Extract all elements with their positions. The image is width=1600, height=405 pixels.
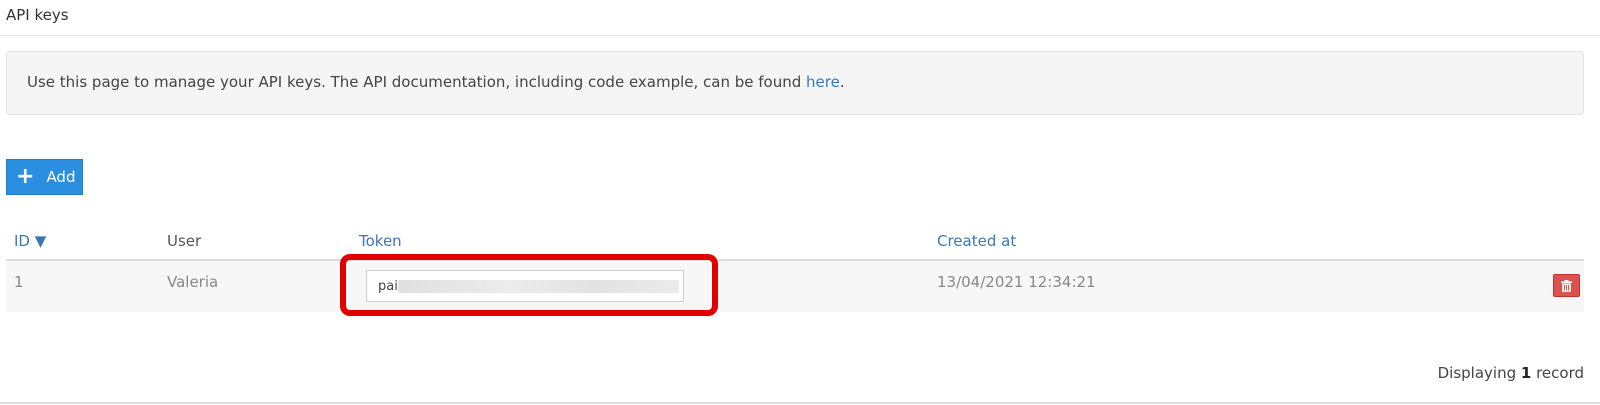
column-header-id[interactable]: ID ▼ (14, 232, 46, 250)
trash-icon (1561, 279, 1572, 292)
docs-link[interactable]: here (806, 73, 840, 91)
column-header-user: User (167, 232, 202, 250)
record-count-number: 1 (1520, 364, 1532, 382)
info-text-body: Use this page to manage your API keys. T… (27, 73, 807, 91)
column-header-token[interactable]: Token (359, 232, 402, 250)
record-count-prefix: Displaying (1437, 364, 1521, 382)
column-header-created-at[interactable]: Created at (937, 232, 1016, 250)
row-created-at: 13/04/2021 12:34:21 (937, 273, 1096, 291)
add-button[interactable]: + Add (6, 159, 83, 195)
page-header: API keys (0, 0, 1600, 36)
row-user: Valeria (167, 273, 219, 291)
info-text-suffix: . (839, 73, 845, 91)
table-header: ID ▼ User Token Created at (6, 225, 1584, 261)
add-button-label: Add (46, 168, 76, 186)
token-field[interactable] (366, 270, 684, 302)
delete-button[interactable] (1553, 274, 1580, 297)
record-count: Displaying 1 record (1357, 364, 1584, 382)
table-row: 1 Valeria 13/04/2021 12:34:21 (6, 254, 1584, 316)
record-count-suffix: record (1531, 364, 1584, 382)
info-text: Use this page to manage your API keys. T… (27, 73, 845, 91)
row-id: 1 (14, 273, 24, 291)
plus-icon: + (16, 164, 35, 189)
info-box: Use this page to manage your API keys. T… (6, 51, 1584, 115)
page-title: API keys (6, 6, 69, 24)
bottom-divider (0, 402, 1600, 404)
